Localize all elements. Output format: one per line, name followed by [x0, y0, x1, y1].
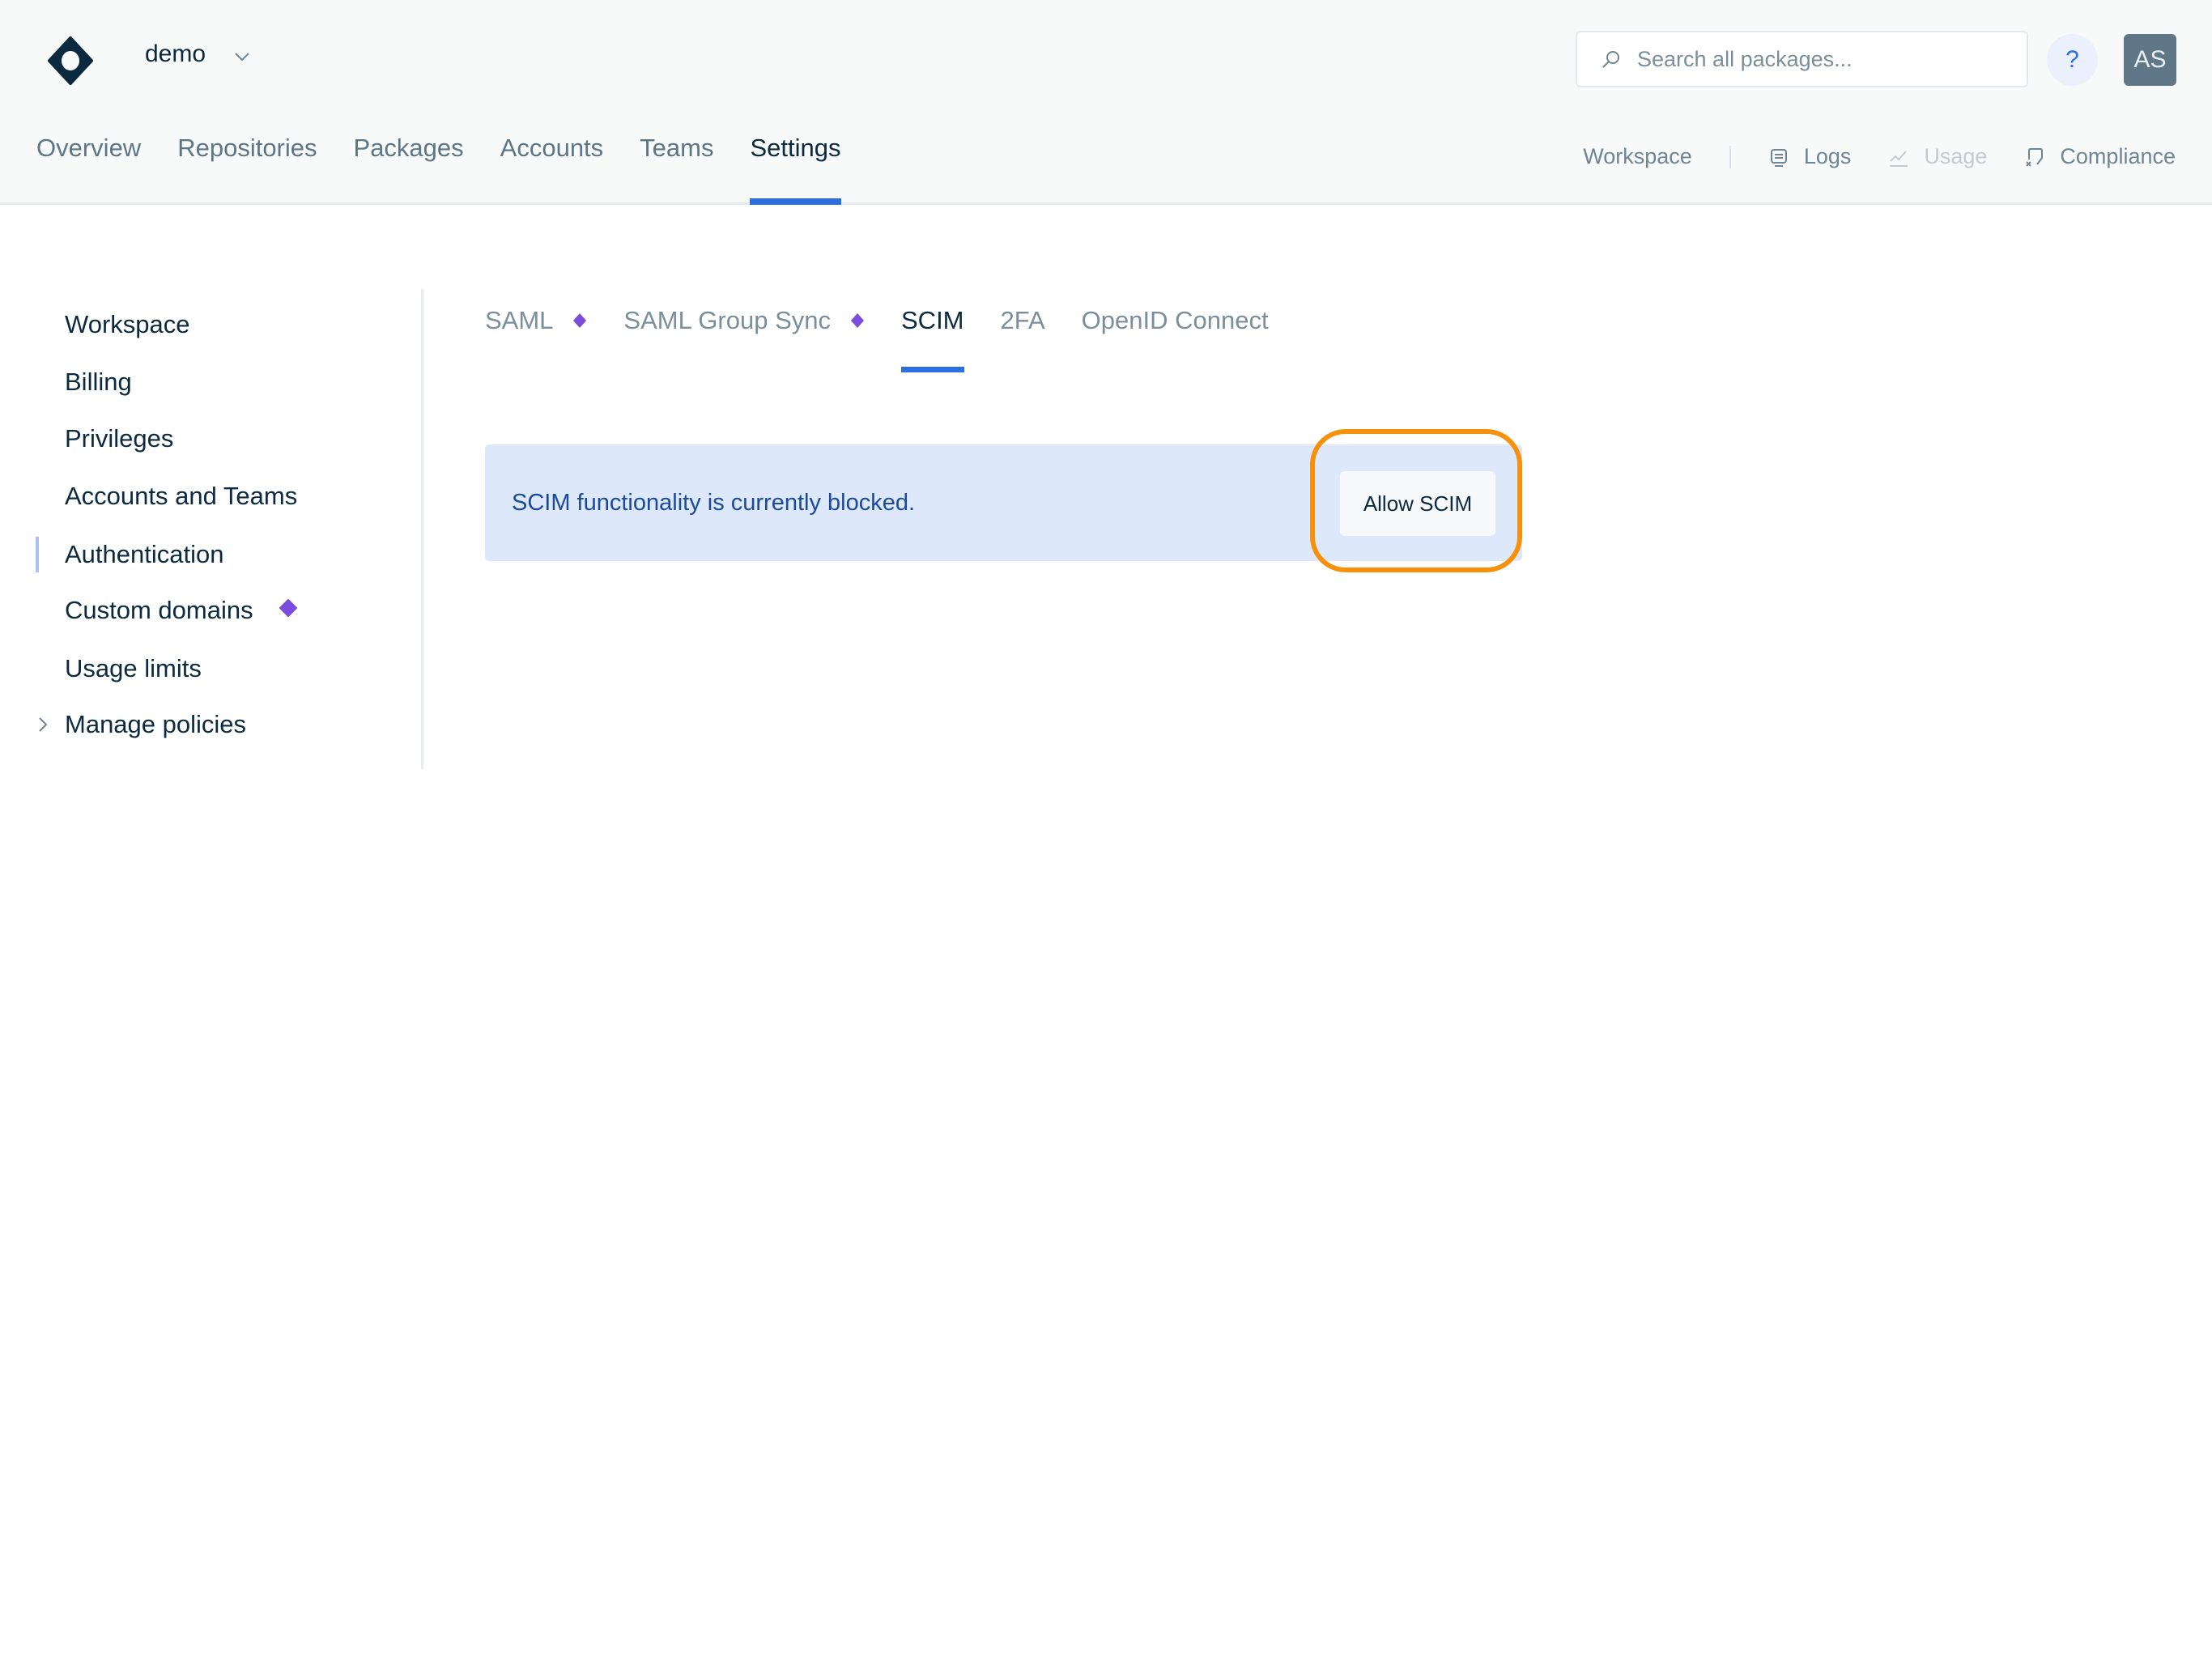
subnav-logs[interactable]: Logs [1768, 144, 1852, 169]
sidebar-item-label: Workspace [65, 310, 190, 338]
tab-2fa[interactable]: 2FA [1001, 306, 1045, 372]
search-box[interactable] [1576, 31, 2028, 87]
subnav-usage-label: Usage [1924, 144, 1988, 168]
tab-label: SAML [485, 306, 554, 334]
subnav-logs-label: Logs [1803, 144, 1852, 168]
sidebar-item-label: Usage limits [65, 654, 202, 682]
sidebar-item-label: Manage policies [65, 710, 247, 738]
sidebar-item-authentication[interactable]: Authentication [65, 537, 223, 572]
sidebar-item-label: Billing [65, 368, 132, 396]
avatar-initials: AS [2133, 46, 2167, 73]
nav-repositories[interactable]: Repositories [177, 134, 317, 205]
tab-label: OpenID Connect [1081, 306, 1269, 334]
help-button[interactable]: ? [2047, 34, 2098, 86]
nav-packages[interactable]: Packages [354, 134, 464, 205]
tab-label: 2FA [1000, 306, 1045, 334]
main-nav: Overview Repositories Packages Accounts … [36, 134, 878, 205]
active-indicator [36, 537, 39, 572]
sidebar-item-label: Authentication [65, 540, 224, 568]
sidebar-item-label: Custom domains [65, 596, 253, 624]
sidebar-item-privileges[interactable]: Privileges [65, 421, 173, 457]
sidebar-item-usage-limits[interactable]: Usage limits [65, 651, 202, 687]
subnav-usage[interactable]: Usage [1888, 144, 1987, 169]
sidebar-item-label: Privileges [65, 424, 174, 453]
top-header: demo Overview Repositories Packages Acco… [0, 0, 2212, 205]
tab-scim[interactable]: SCIM [901, 306, 964, 372]
premium-diamond-icon [851, 313, 864, 328]
nav-settings[interactable]: Settings [750, 134, 841, 205]
workspace-sub-nav: Workspace Logs Usage Compliance [1583, 144, 2176, 169]
chevron-right-icon[interactable] [36, 716, 50, 733]
premium-diamond-icon [573, 313, 587, 328]
sidebar-item-manage-policies[interactable]: Manage policies [65, 707, 246, 742]
subnav-compliance[interactable]: Compliance [2024, 144, 2176, 169]
allow-scim-button[interactable]: Allow SCIM [1340, 471, 1495, 536]
nav-accounts[interactable]: Accounts [500, 134, 604, 205]
settings-sidebar: Workspace Billing Privileges Accounts an… [0, 289, 423, 769]
search-icon [1602, 51, 1619, 68]
tab-openid-connect[interactable]: OpenID Connect [1082, 306, 1269, 372]
compliance-icon [2026, 147, 2044, 167]
help-icon: ? [2065, 46, 2079, 73]
sidebar-item-label: Accounts and Teams [65, 482, 298, 510]
tab-saml[interactable]: SAML [485, 306, 587, 372]
tab-label: SAML Group Sync [623, 306, 831, 334]
subnav-workspace-label: Workspace [1583, 144, 1692, 168]
logs-icon [1770, 148, 1787, 167]
subnav-workspace[interactable]: Workspace [1583, 144, 1692, 169]
tab-label: SCIM [901, 306, 964, 334]
nav-teams[interactable]: Teams [640, 134, 713, 205]
subnav-divider [1729, 145, 1731, 168]
banner-message: SCIM functionality is currently blocked. [512, 489, 916, 516]
subnav-compliance-label: Compliance [2060, 144, 2176, 168]
logo-icon[interactable] [46, 36, 95, 85]
auth-tabs: SAML SAML Group Sync SCIM 2FA OpenID Con… [485, 306, 1305, 372]
chart-line-icon [1890, 150, 1908, 167]
nav-overview[interactable]: Overview [36, 134, 141, 205]
sidebar-item-custom-domains[interactable]: Custom domains [65, 593, 297, 628]
chevron-down-icon [235, 53, 249, 62]
user-avatar[interactable]: AS [2124, 34, 2176, 86]
tab-saml-group-sync[interactable]: SAML Group Sync [623, 306, 865, 372]
workspace-name: demo [145, 40, 206, 67]
sidebar-item-accounts-and-teams[interactable]: Accounts and Teams [65, 478, 297, 514]
premium-diamond-icon [279, 599, 297, 617]
scim-blocked-banner: SCIM functionality is currently blocked.… [485, 444, 1522, 561]
search-input[interactable] [1637, 46, 2010, 72]
sidebar-item-billing[interactable]: Billing [65, 364, 132, 400]
workspace-switcher[interactable]: demo [145, 40, 251, 68]
sidebar-item-workspace[interactable]: Workspace [65, 307, 190, 342]
